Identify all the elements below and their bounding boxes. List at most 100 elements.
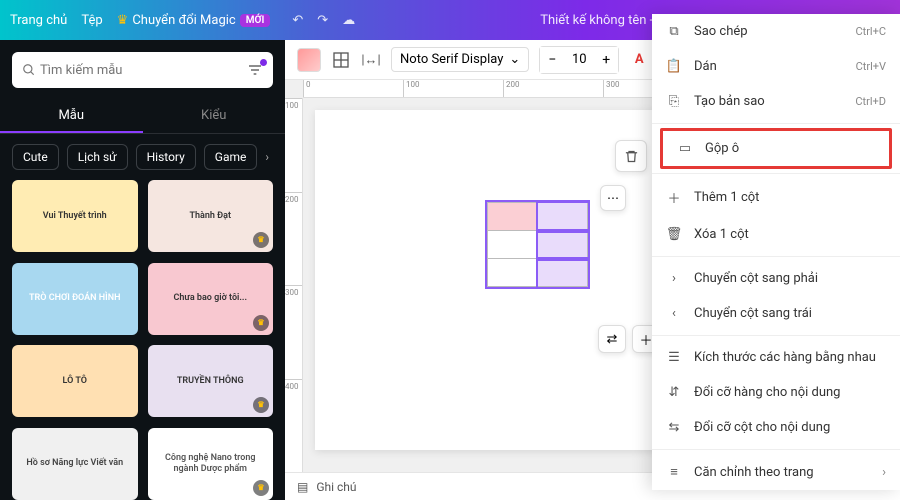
- template-card[interactable]: Thành Đạt ♛: [148, 180, 274, 252]
- menu-label: Đổi cỡ hàng cho nội dung: [694, 385, 886, 400]
- menu-fit-row[interactable]: ⇵ Đổi cỡ hàng cho nội dung: [652, 375, 900, 410]
- menu-move-col-right[interactable]: › Chuyển cột sang phải: [652, 261, 900, 296]
- rows-icon: ☰: [666, 350, 682, 365]
- menu-align-to-page[interactable]: ≡ Căn chỉnh theo trang: [652, 454, 900, 490]
- paste-icon: 📋: [666, 59, 682, 74]
- chip-history[interactable]: History: [136, 144, 196, 170]
- menu-fit-col[interactable]: ⇆Đổi cỡ cột cho nội dung: [652, 410, 900, 445]
- chevron-left-icon: ‹: [666, 306, 682, 321]
- filter-icon[interactable]: [247, 62, 263, 78]
- premium-icon: ♛: [253, 232, 269, 248]
- search-input[interactable]: [40, 63, 247, 78]
- template-card[interactable]: LÔ TÔ: [12, 345, 138, 417]
- tab-styles[interactable]: Kiểu: [143, 100, 286, 133]
- chevron-right-icon: ›: [666, 271, 682, 286]
- template-label: Chưa bao giờ tôi...: [173, 293, 247, 304]
- nav-file[interactable]: Tệp: [81, 13, 102, 28]
- copy-icon: ⧉: [666, 24, 682, 39]
- ruler-tick: 200: [503, 80, 603, 97]
- menu-paste[interactable]: 📋DánCtrl+V: [652, 49, 900, 84]
- left-sidebar: Mẫu Kiểu Cute Lịch sử History Game › Vui…: [0, 40, 285, 500]
- chip-lichsu[interactable]: Lịch sử: [67, 144, 128, 170]
- premium-icon: ♛: [253, 397, 269, 413]
- undo-icon[interactable]: ↶: [292, 13, 303, 28]
- highlighted-merge-option: ▭Gộp ô: [660, 128, 892, 169]
- menu-move-col-left[interactable]: ‹Chuyển cột sang trái: [652, 296, 900, 331]
- ruler-tick: 0: [303, 80, 403, 97]
- template-label: LÔ TÔ: [63, 376, 87, 387]
- chips-more-icon[interactable]: ›: [265, 150, 269, 164]
- menu-add-column[interactable]: ＋Thêm 1 cột: [652, 178, 900, 217]
- align-icon: ≡: [666, 464, 682, 480]
- chip-game[interactable]: Game: [204, 144, 258, 170]
- menu-separator: [652, 449, 900, 450]
- chip-cute[interactable]: Cute: [12, 144, 59, 170]
- search-icon: [22, 63, 36, 77]
- shortcut: Ctrl+D: [855, 95, 886, 108]
- menu-separator: [652, 123, 900, 124]
- template-card[interactable]: TRUYỀN THÔNG ♛: [148, 345, 274, 417]
- template-grid: Vui Thuyết trình Thành Đạt ♛ TRÒ CHƠI ĐOÁ…: [0, 180, 285, 500]
- new-badge: MỚI: [240, 14, 271, 27]
- chevron-down-icon: ⌄: [509, 52, 520, 67]
- nav-magic-label: Chuyển đổi Magic: [132, 13, 235, 28]
- nav-magic-switch[interactable]: ♛ Chuyển đổi Magic MỚI: [117, 13, 271, 28]
- menu-label: Tạo bản sao: [694, 94, 843, 109]
- category-chips: Cute Lịch sử History Game ›: [0, 134, 285, 180]
- menu-equal-rows[interactable]: ☰ Kích thước các hàng bằng nhau: [652, 340, 900, 375]
- font-size-increase[interactable]: +: [594, 47, 618, 73]
- menu-duplicate[interactable]: ⎘ Tạo bản sao Ctrl+D: [652, 84, 900, 119]
- delete-button[interactable]: [615, 140, 647, 172]
- table-element[interactable]: [485, 200, 590, 289]
- template-search[interactable]: [12, 52, 273, 88]
- template-card[interactable]: Hồ sơ Năng lực Viết văn: [12, 428, 138, 500]
- menu-label: Đổi cỡ cột cho nội dung: [694, 420, 886, 435]
- template-card[interactable]: Vui Thuyết trình: [12, 180, 138, 252]
- swap-controls: ⇄ ＋: [598, 325, 660, 353]
- tab-templates[interactable]: Mẫu: [0, 100, 143, 133]
- template-label: TRUYỀN THÔNG: [177, 376, 244, 387]
- font-size-stepper: − +: [539, 46, 619, 74]
- premium-icon: ♛: [253, 315, 269, 331]
- ruler-tick: 300: [285, 285, 302, 379]
- fill-color-swatch[interactable]: [297, 48, 321, 72]
- font-family-select[interactable]: Noto Serif Display ⌄: [391, 47, 529, 72]
- menu-copy[interactable]: ⧉ Sao chép Ctrl+C: [652, 14, 900, 49]
- redo-icon[interactable]: ↷: [317, 13, 328, 28]
- menu-label: Sao chép: [694, 24, 843, 39]
- template-label: Thành Đạt: [189, 211, 231, 222]
- shortcut: Ctrl+C: [855, 25, 886, 38]
- menu-label: Chuyển cột sang phải: [694, 271, 886, 286]
- border-style-icon[interactable]: [331, 50, 351, 70]
- cloud-sync-icon[interactable]: ☁: [342, 13, 355, 28]
- nav-home[interactable]: Trang chủ: [10, 13, 67, 28]
- template-label: TRÒ CHƠI ĐOÁN HÌNH: [29, 293, 121, 304]
- font-name: Noto Serif Display: [400, 52, 503, 67]
- top-action-icons: ↶ ↷ ☁: [292, 13, 355, 28]
- template-card[interactable]: Công nghệ Nano trong ngành Dược phẩm♛: [148, 428, 274, 500]
- ruler-vertical: 100 200 300 400: [285, 98, 303, 472]
- menu-label: Kích thước các hàng bằng nhau: [694, 350, 886, 365]
- plus-icon: ＋: [666, 188, 682, 207]
- font-size-input[interactable]: [564, 52, 594, 67]
- merge-icon: ▭: [677, 141, 693, 156]
- swap-button[interactable]: ⇄: [598, 325, 626, 353]
- menu-merge-cells[interactable]: ▭Gộp ô: [663, 131, 889, 166]
- notes-button[interactable]: Ghi chú: [316, 480, 356, 494]
- menu-delete-column[interactable]: 🗑Xóa 1 cột: [652, 217, 900, 252]
- menu-label: Căn chỉnh theo trang: [694, 465, 870, 480]
- ruler-tick: 100: [403, 80, 503, 97]
- fit-row-icon: ⇵: [666, 385, 682, 400]
- template-label: Vui Thuyết trình: [43, 211, 107, 222]
- notes-icon[interactable]: ▤: [297, 480, 308, 494]
- trash-icon: 🗑: [666, 227, 682, 242]
- premium-icon: ♛: [253, 480, 269, 496]
- text-color-icon[interactable]: A: [629, 50, 649, 70]
- template-card[interactable]: Chưa bao giờ tôi... ♛: [148, 263, 274, 335]
- ruler-tick: 100: [285, 98, 302, 192]
- duplicate-icon: ⎘: [666, 94, 682, 109]
- font-size-decrease[interactable]: −: [540, 47, 564, 73]
- template-card[interactable]: TRÒ CHƠI ĐOÁN HÌNH: [12, 263, 138, 335]
- spacing-icon[interactable]: |↔|: [361, 50, 381, 70]
- more-options-button[interactable]: ⋯: [600, 185, 626, 211]
